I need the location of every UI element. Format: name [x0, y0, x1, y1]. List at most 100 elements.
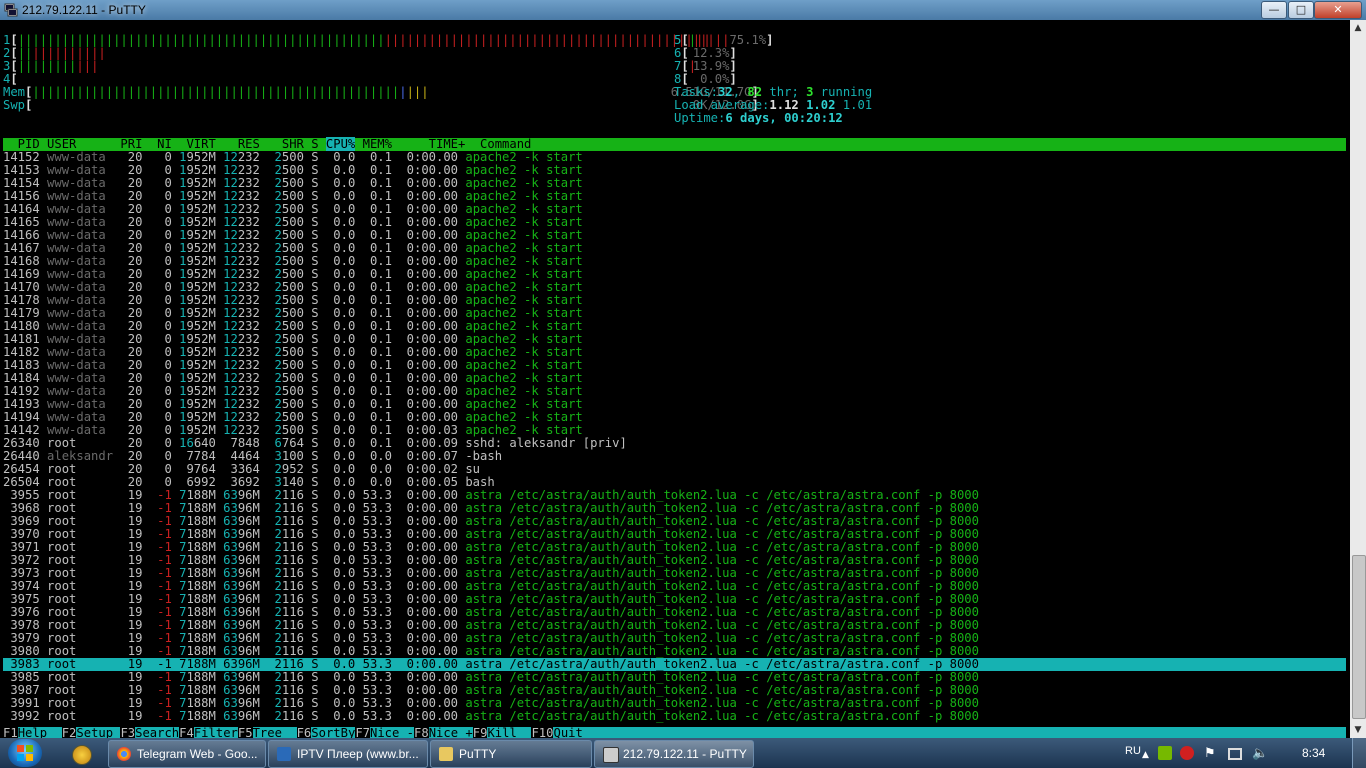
fkey-f6[interactable]: F6: [296, 726, 312, 738]
fkey-label-f6[interactable]: SortBy: [311, 726, 355, 739]
process-mem: 53.3: [362, 579, 400, 593]
cpu-bar-segment: ||: [696, 33, 711, 47]
terminal-scrollbar[interactable]: ▲ ▼: [1350, 20, 1366, 738]
volume-icon[interactable]: 🔈: [1252, 746, 1268, 761]
process-time: 0:00.00: [399, 683, 466, 697]
fkey-label-f2[interactable]: Setup: [76, 726, 120, 739]
taskbar-item-iptv[interactable]: IPTV Плеер (www.br...: [268, 740, 428, 768]
col-pid[interactable]: PID: [3, 137, 47, 151]
col-shr[interactable]: SHR: [267, 137, 311, 151]
process-res-hi: 12: [223, 150, 238, 164]
process-res-hi: 63: [223, 514, 238, 528]
process-priority: 20: [120, 319, 150, 333]
col-mem[interactable]: MEM%: [363, 137, 407, 151]
process-pid: 3975: [3, 592, 48, 606]
fkey-f3[interactable]: F3: [120, 726, 136, 738]
fkey-f9[interactable]: F9: [472, 726, 488, 738]
col-time[interactable]: TIME+: [407, 137, 480, 151]
minimize-button[interactable]: —: [1261, 1, 1287, 19]
process-virt-lo: 952M: [186, 202, 224, 216]
process-shr-lo: 500: [281, 397, 312, 411]
process-user: root: [47, 631, 121, 645]
fkey-f10[interactable]: F10: [531, 726, 554, 738]
process-mem: 53.3: [362, 657, 400, 671]
window-titlebar[interactable]: 212.79.122.11 - PuTTY — □ ✕: [0, 0, 1366, 20]
process-pid: 14156: [3, 189, 48, 203]
process-shr-lo: 500: [281, 189, 312, 203]
process-user: root: [47, 540, 121, 554]
process-row[interactable]: 3992 root 19 -1 7188M 6396M 2116 S 0.0 5…: [3, 710, 1346, 723]
process-shr-hi: 3: [267, 475, 282, 489]
taskbar-item-putty-session[interactable]: 212.79.122.11 - PuTTY: [594, 740, 754, 768]
fkey-label-f9[interactable]: Kill: [487, 726, 531, 739]
fkey-f1[interactable]: F1: [3, 726, 18, 738]
process-nice: 0: [149, 150, 180, 164]
fkey-label-f1[interactable]: Help: [18, 726, 62, 739]
tray-expand-icon[interactable]: ▲: [1142, 750, 1156, 764]
flag-icon[interactable]: ⚑: [1204, 746, 1218, 761]
process-nice: -1: [149, 488, 180, 502]
col-cpu[interactable]: CPU%: [325, 137, 356, 151]
fkey-f8[interactable]: F8: [414, 726, 429, 738]
process-time: 0:00.00: [399, 657, 466, 671]
process-shr-lo: 116: [281, 527, 312, 541]
col-user[interactable]: USER: [47, 137, 120, 151]
nvidia-icon[interactable]: [1158, 746, 1172, 760]
col-pri[interactable]: PRI: [120, 137, 149, 151]
show-desktop-button[interactable]: [1352, 738, 1366, 768]
taskbar-item-putty[interactable]: PuTTY: [430, 740, 592, 768]
close-button[interactable]: ✕: [1314, 1, 1362, 19]
process-mem: 53.3: [362, 709, 400, 723]
taskbar-item-telegram[interactable]: Telegram Web - Goo...: [108, 740, 266, 768]
fkey-f2[interactable]: F2: [61, 726, 77, 738]
col-command[interactable]: Command: [480, 137, 531, 151]
process-mem: 0.1: [362, 436, 400, 450]
quicklaunch-avast-icon[interactable]: [72, 745, 92, 765]
fkey-label-f3[interactable]: Search: [135, 726, 179, 739]
process-nice: -1: [149, 527, 180, 541]
process-state: S: [311, 319, 326, 333]
process-time: 0:00.00: [399, 384, 466, 398]
col-ni[interactable]: NI: [150, 137, 179, 151]
mem-label: Mem: [3, 85, 26, 99]
process-command: astra /etc/astra/auth/auth_token2.lua -c…: [465, 709, 979, 723]
scroll-thumb[interactable]: [1352, 555, 1366, 719]
col-virt[interactable]: VIRT: [179, 137, 223, 151]
process-command: apache2 -k start: [465, 345, 583, 359]
process-mem: 53.3: [362, 514, 400, 528]
fkey-label-f8[interactable]: Nice +: [429, 726, 473, 739]
process-priority: 20: [120, 371, 150, 385]
antivirus-icon[interactable]: [1180, 746, 1194, 760]
process-user: www-data: [47, 293, 121, 307]
cpu-bar-segment: |||: [76, 59, 99, 73]
process-command: apache2 -k start: [465, 358, 583, 372]
process-state: S: [311, 449, 326, 463]
scroll-down-icon[interactable]: ▼: [1350, 722, 1366, 738]
maximize-button[interactable]: □: [1288, 1, 1314, 19]
fkey-label-f10[interactable]: Quit: [553, 726, 582, 739]
process-virt-lo: 952M: [186, 345, 224, 359]
fkey-label-f4[interactable]: Filter: [194, 726, 238, 739]
col-res[interactable]: RES: [223, 137, 267, 151]
network-icon[interactable]: [1228, 748, 1242, 760]
process-virt-lo: 188M: [186, 527, 224, 541]
process-cpu: 0.0: [325, 618, 363, 632]
start-button[interactable]: [8, 739, 42, 767]
process-pid: 14168: [3, 254, 48, 268]
process-res-hi: 12: [223, 176, 238, 190]
scroll-up-icon[interactable]: ▲: [1350, 20, 1366, 36]
fkey-label-f5[interactable]: Tree: [253, 726, 297, 739]
process-cpu: 0.0: [325, 267, 363, 281]
language-indicator[interactable]: RU: [1125, 745, 1141, 757]
process-command: astra /etc/astra/auth/auth_token2.lua -c…: [465, 540, 979, 554]
fkey-f4[interactable]: F4: [179, 726, 194, 738]
terminal-area[interactable]: 1[||||||||||||||||||||||||||||||||||||||…: [0, 20, 1350, 738]
process-shr-lo: 116: [281, 709, 312, 723]
fkey-f5[interactable]: F5: [237, 726, 253, 738]
process-res-lo: 232: [237, 228, 268, 242]
process-state: S: [311, 384, 326, 398]
fkey-f7[interactable]: F7: [355, 726, 370, 738]
col-state[interactable]: S: [311, 137, 326, 151]
fkey-label-f7[interactable]: Nice -: [370, 726, 414, 739]
clock[interactable]: 8:34: [1302, 746, 1325, 760]
